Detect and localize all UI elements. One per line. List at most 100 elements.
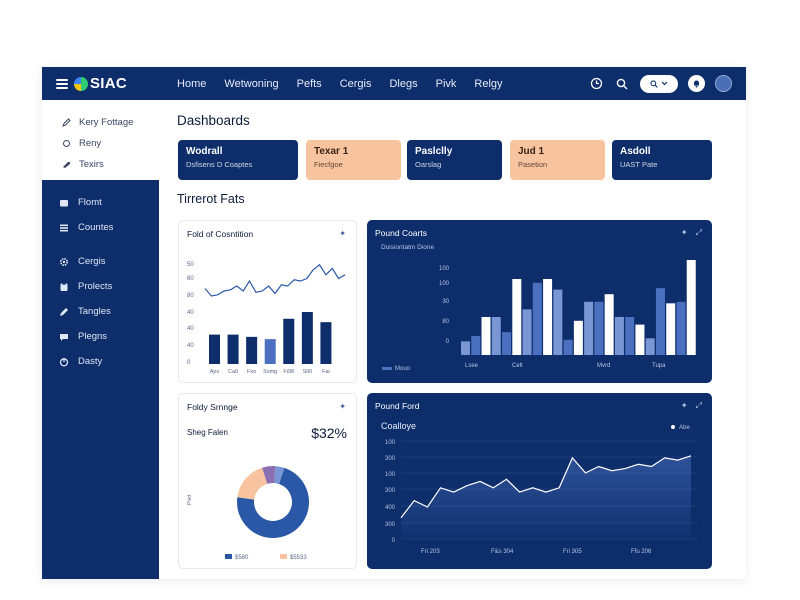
legend-label: Abe <box>679 425 690 431</box>
kpi-card[interactable]: Paslclly Oarslag <box>407 140 502 180</box>
bar <box>614 317 624 355</box>
search-icon <box>650 79 658 88</box>
y-tick-label: 50 <box>187 262 194 268</box>
user-avatar[interactable] <box>715 75 732 92</box>
bar <box>264 339 276 364</box>
pencil-icon <box>62 118 71 127</box>
kpi-card[interactable]: Wodrall Dsfisens D Coaptes <box>178 140 298 180</box>
legend-swatch <box>382 367 392 370</box>
y-tick-label: 100 <box>385 472 396 478</box>
pencil-icon <box>60 307 68 316</box>
bell-icon <box>694 80 699 88</box>
area-chart-card: Pound Ford ✦ ⤢ Coalloye 100 300 100 300 400 30… <box>367 393 712 569</box>
app-window: SIAC Home Wetwoning Pefts Cergis Dlegs P… <box>42 67 746 579</box>
x-tick-label: F&s 304 <box>491 549 514 555</box>
y-tick-label: 300 <box>385 456 396 462</box>
y-tick-label: 0 <box>187 360 191 366</box>
kpi-subtitle: Fiecfgoe <box>314 160 343 169</box>
kpi-card[interactable]: Texar 1 Fiecfgoe <box>306 140 401 180</box>
kpi-subtitle: UAST Pate <box>620 160 658 169</box>
sidebar-item-countes[interactable]: Countes <box>42 215 159 240</box>
x-tick-label: Lsee <box>465 363 479 369</box>
legend-swatch <box>225 554 232 559</box>
sidebar-item-reny[interactable]: Reny <box>42 133 159 154</box>
bar <box>666 303 676 355</box>
hamburger-menu-icon[interactable] <box>56 78 68 89</box>
legend-swatch <box>280 554 287 559</box>
bar <box>625 317 635 355</box>
kpi-subtitle: Oarslag <box>415 160 442 169</box>
sidebar-item-label: Reny <box>79 138 102 149</box>
sidebar-item-dasty[interactable]: Dasty <box>42 349 159 374</box>
x-tick-label: Fxo <box>247 369 256 375</box>
bar-chart-card: Pound Coarts Duisiontatm Dione ✦ ⤢ 100 100… <box>367 220 712 383</box>
section-title: Tirrerot Fats <box>177 192 245 206</box>
nav-item[interactable]: Pefts <box>297 78 322 90</box>
sidebar-item-flomt[interactable]: Flomt <box>42 190 159 215</box>
kpi-subtitle: Pasetion <box>518 160 548 169</box>
bar <box>522 309 532 355</box>
sidebar-item-label: Texirs <box>79 159 104 170</box>
x-tick-label: Fi98 <box>283 369 294 375</box>
sidebar-item-key-footage[interactable]: Kery Fottage <box>42 112 159 133</box>
y-tick-label: 40 <box>187 310 194 316</box>
sidebar-top-section: Kery Fottage Reny Texirs <box>42 100 159 180</box>
area-chart: 100 300 100 300 400 300 0 Fri 203 F&s 304 Fri 305… <box>385 425 697 555</box>
sidebar-item-prolects[interactable]: Prolects <box>42 274 159 299</box>
history-icon[interactable] <box>588 76 604 92</box>
gear-icon <box>59 257 69 266</box>
sidebar-item-tangles[interactable]: Tangles <box>42 299 159 324</box>
y-tick-label: 100 <box>439 281 450 287</box>
nav-item[interactable]: Cergis <box>340 78 372 90</box>
x-tick-label: Fri 305 <box>563 549 582 555</box>
nav-item[interactable]: Wetwoning <box>224 78 278 90</box>
y-tick-label: 60 <box>187 276 194 282</box>
y-tick-label: 300 <box>385 522 396 528</box>
sidebar-item-label: Flomt <box>78 197 102 208</box>
grouped-bar-chart: 100 100 30 80 0 Lsee Celt Mvrd Tupa Mouo <box>382 260 696 372</box>
app-logo[interactable]: SIAC <box>74 75 127 92</box>
sidebar-item-cergis[interactable]: Cergis <box>42 249 159 274</box>
x-tick-label: Fai <box>322 369 330 375</box>
donut-chart: $580 $5533 Pivd <box>187 466 309 561</box>
bar <box>512 279 522 355</box>
y-tick-label: 80 <box>442 319 449 325</box>
x-tick-label: Apx <box>210 369 220 375</box>
x-tick-label: Celt <box>512 363 523 369</box>
nav-item[interactable]: Pivk <box>436 78 457 90</box>
folder-icon <box>60 199 68 206</box>
notifications-button[interactable] <box>688 75 705 92</box>
top-navbar: SIAC Home Wetwoning Pefts Cergis Dlegs P… <box>42 67 746 100</box>
x-tick-label: Ffu 206 <box>631 549 652 555</box>
sidebar-item-texirs[interactable]: Texirs <box>42 154 159 175</box>
sidebar-item-label: Prolects <box>78 281 113 292</box>
bar <box>676 301 686 355</box>
bar <box>283 318 295 364</box>
area-fill <box>401 455 691 539</box>
nav-item[interactable]: Dlegs <box>389 78 417 90</box>
sidebar-item-plegns[interactable]: Plegns <box>42 324 159 349</box>
logo-text: SIAC <box>90 75 128 92</box>
main-nav: Home Wetwoning Pefts Cergis Dlegs Pivk R… <box>177 78 502 90</box>
kpi-title: Asdoll <box>620 146 651 157</box>
nav-item[interactable]: Home <box>177 78 206 90</box>
legend-label: $580 <box>235 555 249 561</box>
kpi-card[interactable]: Jud 1 Pasetion <box>510 140 605 180</box>
power-icon <box>59 357 69 366</box>
kpi-subtitle: Dsfisens D Coaptes <box>186 160 253 169</box>
bar <box>502 332 512 355</box>
y-tick-label: 400 <box>385 505 396 511</box>
bar <box>604 294 614 355</box>
search-icon[interactable] <box>614 76 630 92</box>
legend-label: Mouo <box>395 366 411 372</box>
nav-item[interactable]: Relgy <box>474 78 502 90</box>
search-dropdown-button[interactable] <box>640 74 678 93</box>
legend-dot <box>671 425 675 429</box>
sidebar-item-label: Tangles <box>78 306 111 317</box>
y-tick-label: 30 <box>442 299 449 305</box>
donut-chart-card: Foldy Srnnge ✦ Sheg Falen $32% $580 $5533… <box>178 393 357 569</box>
bar <box>543 279 553 355</box>
kpi-card[interactable]: Asdoll UAST Pate <box>612 140 712 180</box>
bar <box>635 324 645 355</box>
y-tick-label: 80 <box>187 293 194 299</box>
